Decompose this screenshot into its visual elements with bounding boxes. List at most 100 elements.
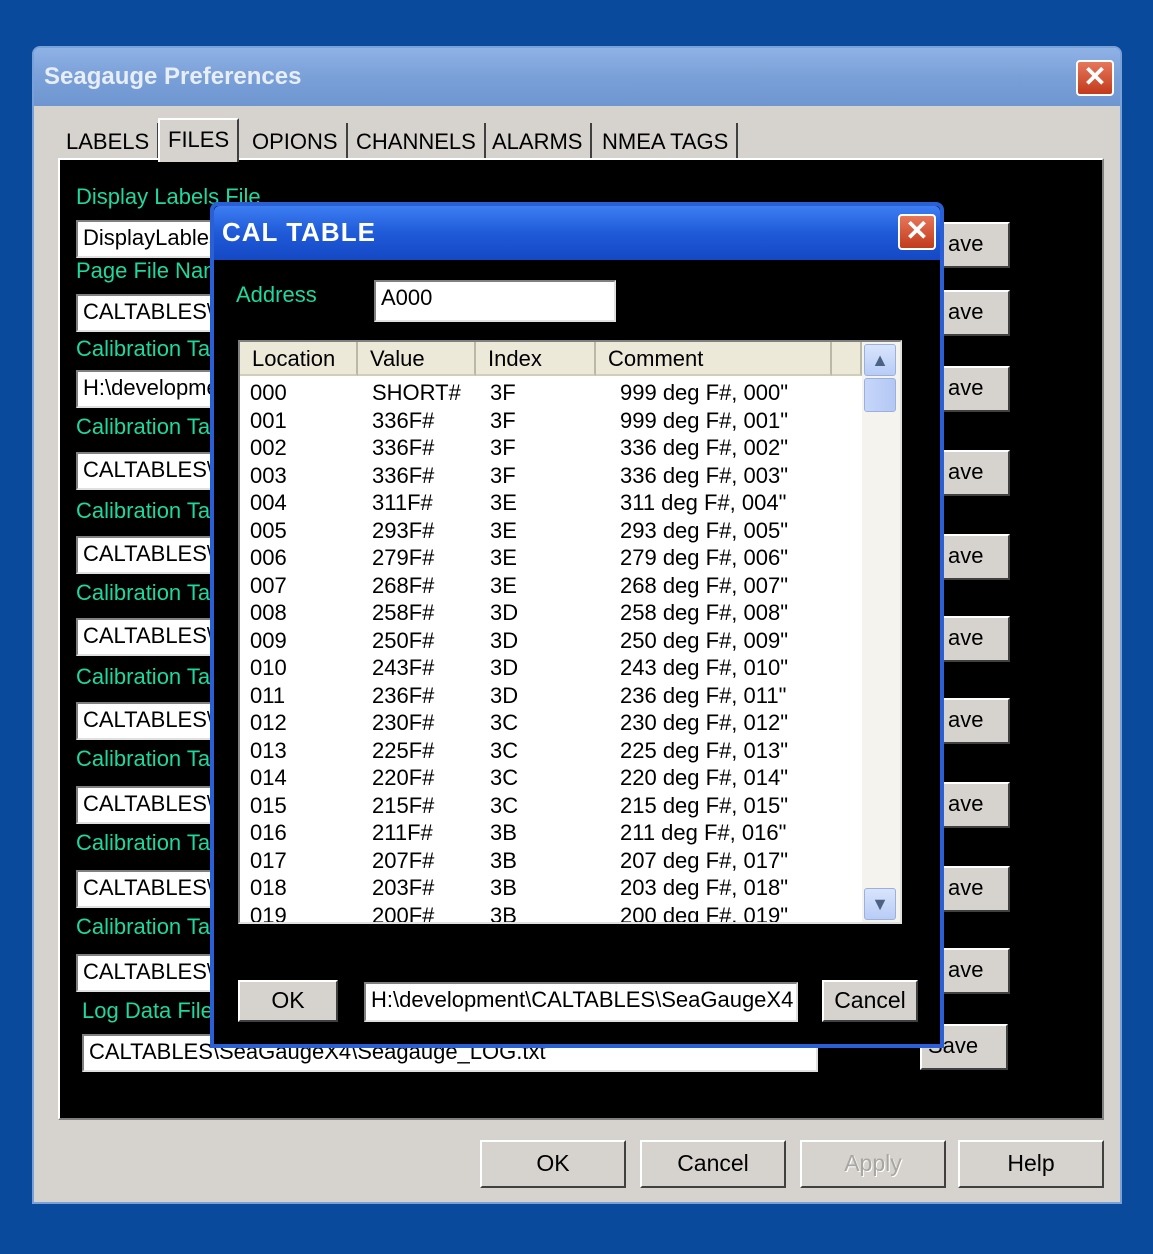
- comment-cell: 220 deg F#, 014": [620, 765, 789, 790]
- calibration-table-label: Calibration Tab: [76, 664, 223, 689]
- title-bar[interactable]: Seagauge Preferences ✕: [34, 48, 1120, 106]
- vertical-scrollbar[interactable]: ▲ ▼: [862, 342, 900, 922]
- value-cell: 207F#: [372, 847, 435, 873]
- cal-table-list[interactable]: Location Value Index Comment 000 SHORT# 3F…: [238, 340, 902, 924]
- close-icon[interactable]: ✕: [1076, 60, 1114, 96]
- save-button[interactable]: ave: [940, 698, 1010, 744]
- table-row[interactable]: 004 311F# 3E 311 deg F#, 004": [240, 488, 860, 516]
- scroll-down-icon[interactable]: ▼: [864, 888, 896, 920]
- column-header-value[interactable]: Value: [358, 342, 476, 376]
- close-icon[interactable]: ✕: [898, 214, 936, 250]
- value-cell: 236F#: [372, 682, 435, 708]
- comment-cell: 203 deg F#, 018": [620, 875, 789, 900]
- calibration-table-label: Calibration Tab: [76, 914, 223, 939]
- value-cell: 225F#: [372, 737, 435, 763]
- column-header-location[interactable]: Location: [240, 342, 358, 376]
- table-row[interactable]: 016 211F# 3B 211 deg F#, 016": [240, 818, 860, 846]
- comment-cell: 336 deg F#, 002": [620, 435, 789, 460]
- calibration-table-label: Calibration Tab: [76, 498, 223, 523]
- comment-cell: 215 deg F#, 015": [620, 792, 789, 818]
- value-cell: 243F#: [372, 655, 435, 680]
- save-button[interactable]: ave: [940, 450, 1010, 496]
- save-button[interactable]: ave: [940, 866, 1010, 912]
- index-cell: 3E: [490, 490, 517, 515]
- index-cell: 3E: [490, 545, 517, 570]
- table-row[interactable]: 003 336F# 3F 336 deg F#, 003": [240, 461, 860, 489]
- cal-cancel-button[interactable]: Cancel: [822, 980, 918, 1022]
- location-cell: 013: [250, 737, 287, 763]
- tab-nmea-tags[interactable]: NMEA TAGS: [594, 123, 739, 161]
- table-row[interactable]: 008 258F# 3D 258 deg F#, 008": [240, 598, 860, 626]
- table-row[interactable]: 012 230F# 3C 230 deg F#, 012": [240, 708, 860, 736]
- table-row[interactable]: 006 279F# 3E 279 deg F#, 006": [240, 543, 860, 571]
- index-cell: 3D: [490, 655, 519, 680]
- cal-file-path-field[interactable]: H:\development\CALTABLES\SeaGaugeX4: [364, 982, 798, 1022]
- value-cell: SHORT#: [372, 380, 461, 405]
- location-cell: 004: [250, 490, 287, 515]
- tab-files[interactable]: FILES: [158, 118, 240, 162]
- column-header-spacer: [832, 342, 862, 376]
- index-cell: 3C: [490, 792, 519, 818]
- column-header-comment[interactable]: Comment: [596, 342, 832, 376]
- table-row[interactable]: 013 225F# 3C 225 deg F#, 013": [240, 736, 860, 764]
- scroll-thumb[interactable]: [864, 378, 896, 412]
- cal-ok-button[interactable]: OK: [238, 980, 338, 1022]
- calibration-table-label: Calibration Tab: [76, 746, 223, 771]
- tab-opions[interactable]: OPIONS: [244, 123, 348, 161]
- save-button[interactable]: ave: [940, 534, 1010, 580]
- table-row[interactable]: 002 336F# 3F 336 deg F#, 002": [240, 433, 860, 461]
- table-row[interactable]: 009 250F# 3D 250 deg F#, 009": [240, 626, 860, 654]
- value-cell: 311F#: [372, 490, 433, 515]
- tab-alarms[interactable]: ALARMS: [484, 123, 593, 161]
- log-data-file-label: Log Data File: [82, 998, 213, 1023]
- index-cell: 3E: [490, 572, 517, 598]
- comment-cell: 279 deg F#, 006": [620, 545, 789, 570]
- save-button[interactable]: ave: [940, 948, 1010, 994]
- calibration-table-label: Calibration Tab: [76, 414, 223, 439]
- location-cell: 012: [250, 710, 287, 735]
- location-cell: 016: [250, 820, 287, 845]
- apply-button[interactable]: Apply: [800, 1140, 946, 1188]
- save-button[interactable]: ave: [940, 616, 1010, 662]
- location-cell: 015: [250, 792, 287, 818]
- table-row[interactable]: 017 207F# 3B 207 deg F#, 017": [240, 846, 860, 874]
- scroll-up-icon[interactable]: ▲: [864, 344, 896, 376]
- value-cell: 336F#: [372, 462, 435, 488]
- table-row[interactable]: 010 243F# 3D 243 deg F#, 010": [240, 653, 860, 681]
- ok-button[interactable]: OK: [480, 1140, 626, 1188]
- column-header-index[interactable]: Index: [476, 342, 596, 376]
- table-row[interactable]: 011 236F# 3D 236 deg F#, 011": [240, 681, 860, 709]
- comment-cell: 258 deg F#, 008": [620, 600, 789, 625]
- index-cell: 3F: [490, 380, 516, 405]
- tab-labels[interactable]: LABELS: [58, 123, 160, 161]
- index-cell: 3F: [490, 462, 516, 488]
- comment-cell: 311 deg F#, 004": [620, 490, 787, 515]
- comment-cell: 999 deg F#, 000": [620, 380, 789, 405]
- address-field[interactable]: A000: [374, 280, 616, 322]
- table-row[interactable]: 014 220F# 3C 220 deg F#, 014": [240, 763, 860, 791]
- table-row[interactable]: 018 203F# 3B 203 deg F#, 018": [240, 873, 860, 901]
- table-row[interactable]: 015 215F# 3C 215 deg F#, 015": [240, 791, 860, 819]
- cal-table-title: CAL TABLE: [222, 217, 376, 247]
- save-button[interactable]: ave: [940, 782, 1010, 828]
- tab-channels[interactable]: CHANNELS: [348, 123, 486, 161]
- comment-cell: 230 deg F#, 012": [620, 710, 789, 735]
- table-row[interactable]: 007 268F# 3E 268 deg F#, 007": [240, 571, 860, 599]
- cal-table-title-bar[interactable]: CAL TABLE ✕: [214, 206, 940, 260]
- table-row[interactable]: 000 SHORT# 3F 999 deg F#, 000": [240, 378, 860, 406]
- window-title: Seagauge Preferences: [44, 63, 302, 90]
- table-row[interactable]: 005 293F# 3E 293 deg F#, 005": [240, 516, 860, 544]
- help-button[interactable]: Help: [958, 1140, 1104, 1188]
- address-label: Address: [236, 282, 317, 307]
- index-cell: 3F: [490, 435, 516, 460]
- save-button[interactable]: ave: [940, 366, 1010, 412]
- save-button[interactable]: ave: [940, 290, 1010, 336]
- location-cell: 017: [250, 847, 287, 873]
- location-cell: 019: [250, 902, 287, 924]
- table-row[interactable]: 001 336F# 3F 999 deg F#, 001": [240, 406, 860, 434]
- cancel-button[interactable]: Cancel: [640, 1140, 786, 1188]
- table-row[interactable]: 019 200F# 3B 200 deg F#, 019": [240, 901, 860, 924]
- comment-cell: 268 deg F#, 007": [620, 572, 789, 598]
- page-file-label: Page File Nam: [76, 258, 222, 283]
- save-button[interactable]: ave: [940, 222, 1010, 268]
